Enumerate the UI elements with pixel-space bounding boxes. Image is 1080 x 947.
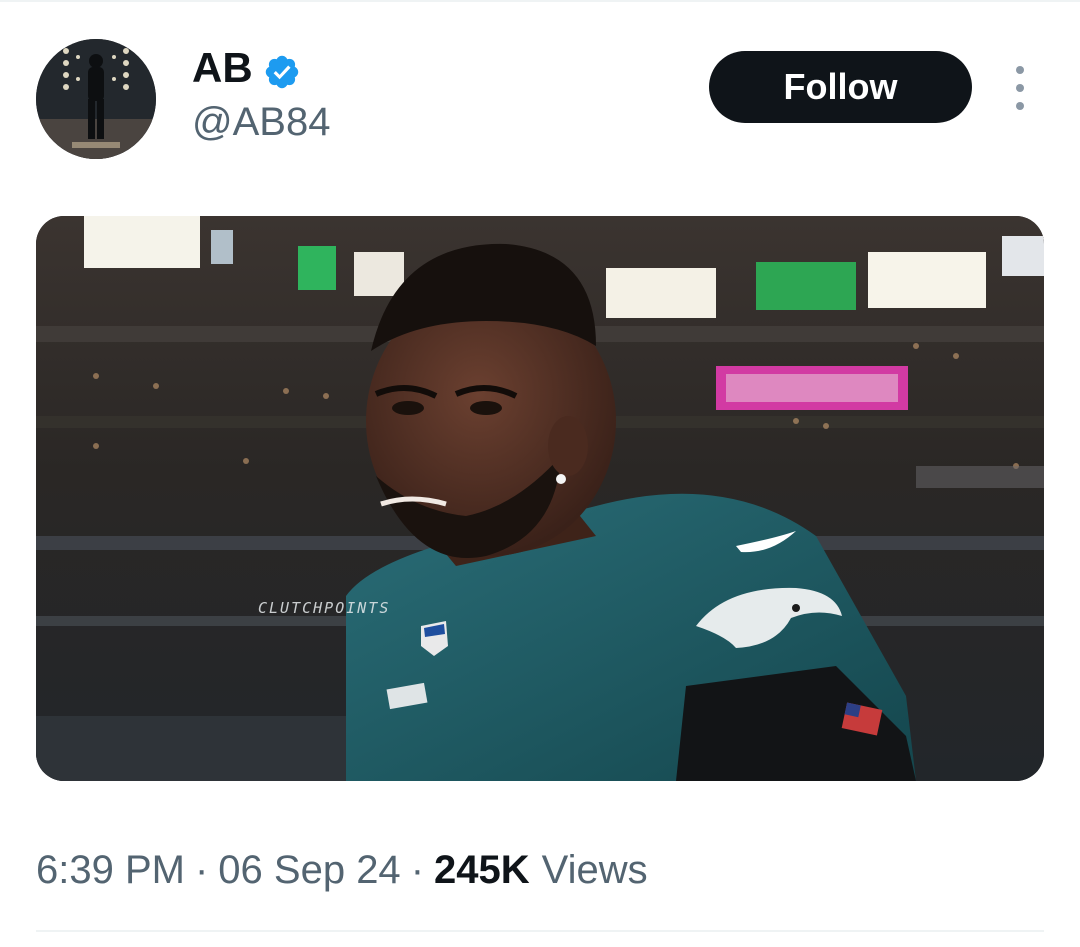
author-handle[interactable]: @AB84 bbox=[192, 96, 330, 148]
avatar[interactable] bbox=[36, 39, 156, 159]
author-name-row[interactable]: AB bbox=[192, 40, 301, 96]
views-label: Views bbox=[541, 847, 648, 892]
player-photo bbox=[36, 216, 1044, 781]
media-watermark: CLUTCHPOINTS bbox=[258, 599, 391, 617]
views-count: 245K bbox=[434, 847, 530, 892]
display-name[interactable]: AB bbox=[192, 40, 253, 96]
tweet-media-image[interactable]: CLUTCHPOINTS bbox=[36, 216, 1044, 781]
bottom-divider bbox=[36, 930, 1044, 932]
follow-button[interactable]: Follow bbox=[709, 51, 972, 123]
meta-separator: · bbox=[194, 847, 209, 892]
verified-badge-icon[interactable] bbox=[263, 49, 301, 89]
top-divider bbox=[0, 0, 1080, 2]
tweet-meta-row: 6:39 PM · 06 Sep 24 · 245K Views bbox=[36, 842, 648, 898]
more-vertical-icon[interactable] bbox=[1006, 66, 1034, 110]
tweet-time[interactable]: 6:39 PM bbox=[36, 848, 185, 893]
tweet-date[interactable]: 06 Sep 24 bbox=[218, 848, 400, 893]
avatar-image bbox=[36, 39, 156, 159]
meta-separator: · bbox=[410, 847, 425, 892]
